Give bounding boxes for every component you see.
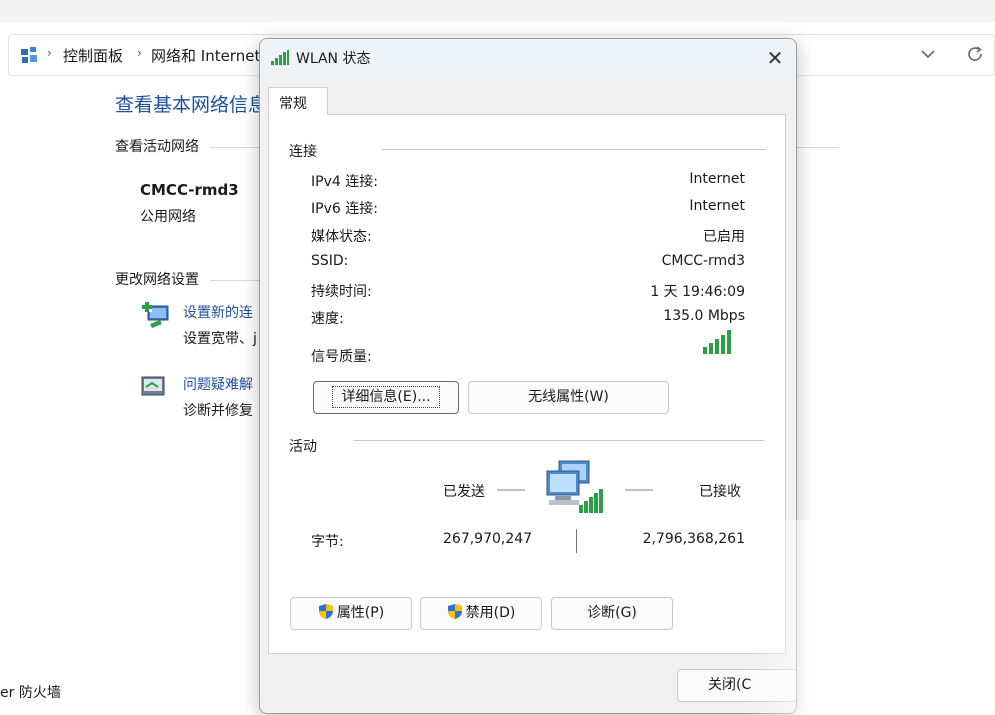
setup-new-connection-link[interactable]: 设置新的连 <box>183 302 253 322</box>
received-label: 已接收 <box>699 484 741 500</box>
divider <box>210 280 260 281</box>
breadcrumb-chevron-icon: › <box>47 46 52 60</box>
troubleshoot-icon <box>141 376 165 396</box>
new-connection-icon <box>142 302 169 328</box>
signal-quality-label: 信号质量: <box>311 349 372 365</box>
ipv6-value: Internet <box>689 198 745 214</box>
breadcrumb-chevron-icon: › <box>137 46 142 60</box>
window-top-strip <box>0 0 995 22</box>
dialog-title: WLAN 状态 <box>296 51 371 67</box>
activity-group-label: 活动 <box>289 439 317 455</box>
troubleshoot-description: 诊断并修复 <box>183 403 253 419</box>
duration-value: 1 天 19:46:09 <box>650 284 745 300</box>
divider <box>797 147 839 148</box>
received-line <box>625 489 653 491</box>
uac-shield-icon <box>318 604 333 619</box>
firewall-link[interactable]: er 防火墙 <box>0 682 61 702</box>
disable-button[interactable]: 禁用(D) <box>420 597 542 630</box>
tab-general[interactable]: 常规 <box>268 87 328 115</box>
control-panel-icon <box>21 47 37 63</box>
breadcrumb-control-panel[interactable]: 控制面板 <box>63 45 123 66</box>
refresh-icon[interactable] <box>966 45 984 63</box>
bytes-sent-value: 267,970,247 <box>443 531 533 547</box>
uac-shield-icon <box>447 604 462 619</box>
troubleshoot-link[interactable]: 问题疑难解 <box>183 374 253 394</box>
ipv4-label: IPv4 连接: <box>311 174 378 190</box>
close-button[interactable]: 关闭(C <box>677 669 796 702</box>
duration-label: 持续时间: <box>311 284 372 300</box>
network-name: CMCC-rmd3 <box>140 181 239 199</box>
setup-connection-description: 设置宽带、j <box>183 331 257 347</box>
breadcrumb-network-internet[interactable]: 网络和 Internet <box>151 45 260 66</box>
connection-group-label: 连接 <box>289 144 317 160</box>
divider <box>353 440 764 441</box>
active-networks-label: 查看活动网络 <box>115 139 199 155</box>
details-button[interactable]: 详细信息(E)... <box>313 381 459 414</box>
network-computers-icon <box>546 460 603 513</box>
speed-value: 135.0 Mbps <box>663 308 745 324</box>
media-state-label: 媒体状态: <box>311 229 372 245</box>
change-settings-label: 更改网络设置 <box>115 272 199 288</box>
page-title: 查看基本网络信息 <box>115 94 268 116</box>
ipv6-label: IPv6 连接: <box>311 201 378 217</box>
dialog-titlebar[interactable]: WLAN 状态 ✕ <box>260 39 796 77</box>
ipv4-value: Internet <box>689 171 745 187</box>
bytes-separator <box>576 529 577 553</box>
speed-label: 速度: <box>311 311 344 327</box>
diagnose-button[interactable]: 诊断(G) <box>551 597 673 630</box>
sent-label: 已发送 <box>443 484 485 500</box>
signal-strength-icon <box>703 330 731 354</box>
ssid-label: SSID: <box>311 253 349 269</box>
divider <box>210 147 260 148</box>
sent-line <box>497 489 525 491</box>
divider <box>382 149 766 150</box>
media-state-value: 已启用 <box>703 229 745 245</box>
wlan-status-dialog: WLAN 状态 ✕ 常规 连接 IPv4 连接: Internet IPv6 连… <box>259 38 797 714</box>
bytes-label: 字节: <box>311 534 344 550</box>
wifi-signal-icon <box>271 50 289 65</box>
wireless-properties-button[interactable]: 无线属性(W) <box>468 381 669 414</box>
close-icon[interactable]: ✕ <box>760 44 790 72</box>
bytes-received-value: 2,796,368,261 <box>642 531 745 547</box>
chevron-down-icon[interactable] <box>920 48 936 60</box>
ssid-value: CMCC-rmd3 <box>661 253 745 269</box>
properties-button[interactable]: 属性(P) <box>290 597 412 630</box>
network-type: 公用网络 <box>140 209 196 225</box>
